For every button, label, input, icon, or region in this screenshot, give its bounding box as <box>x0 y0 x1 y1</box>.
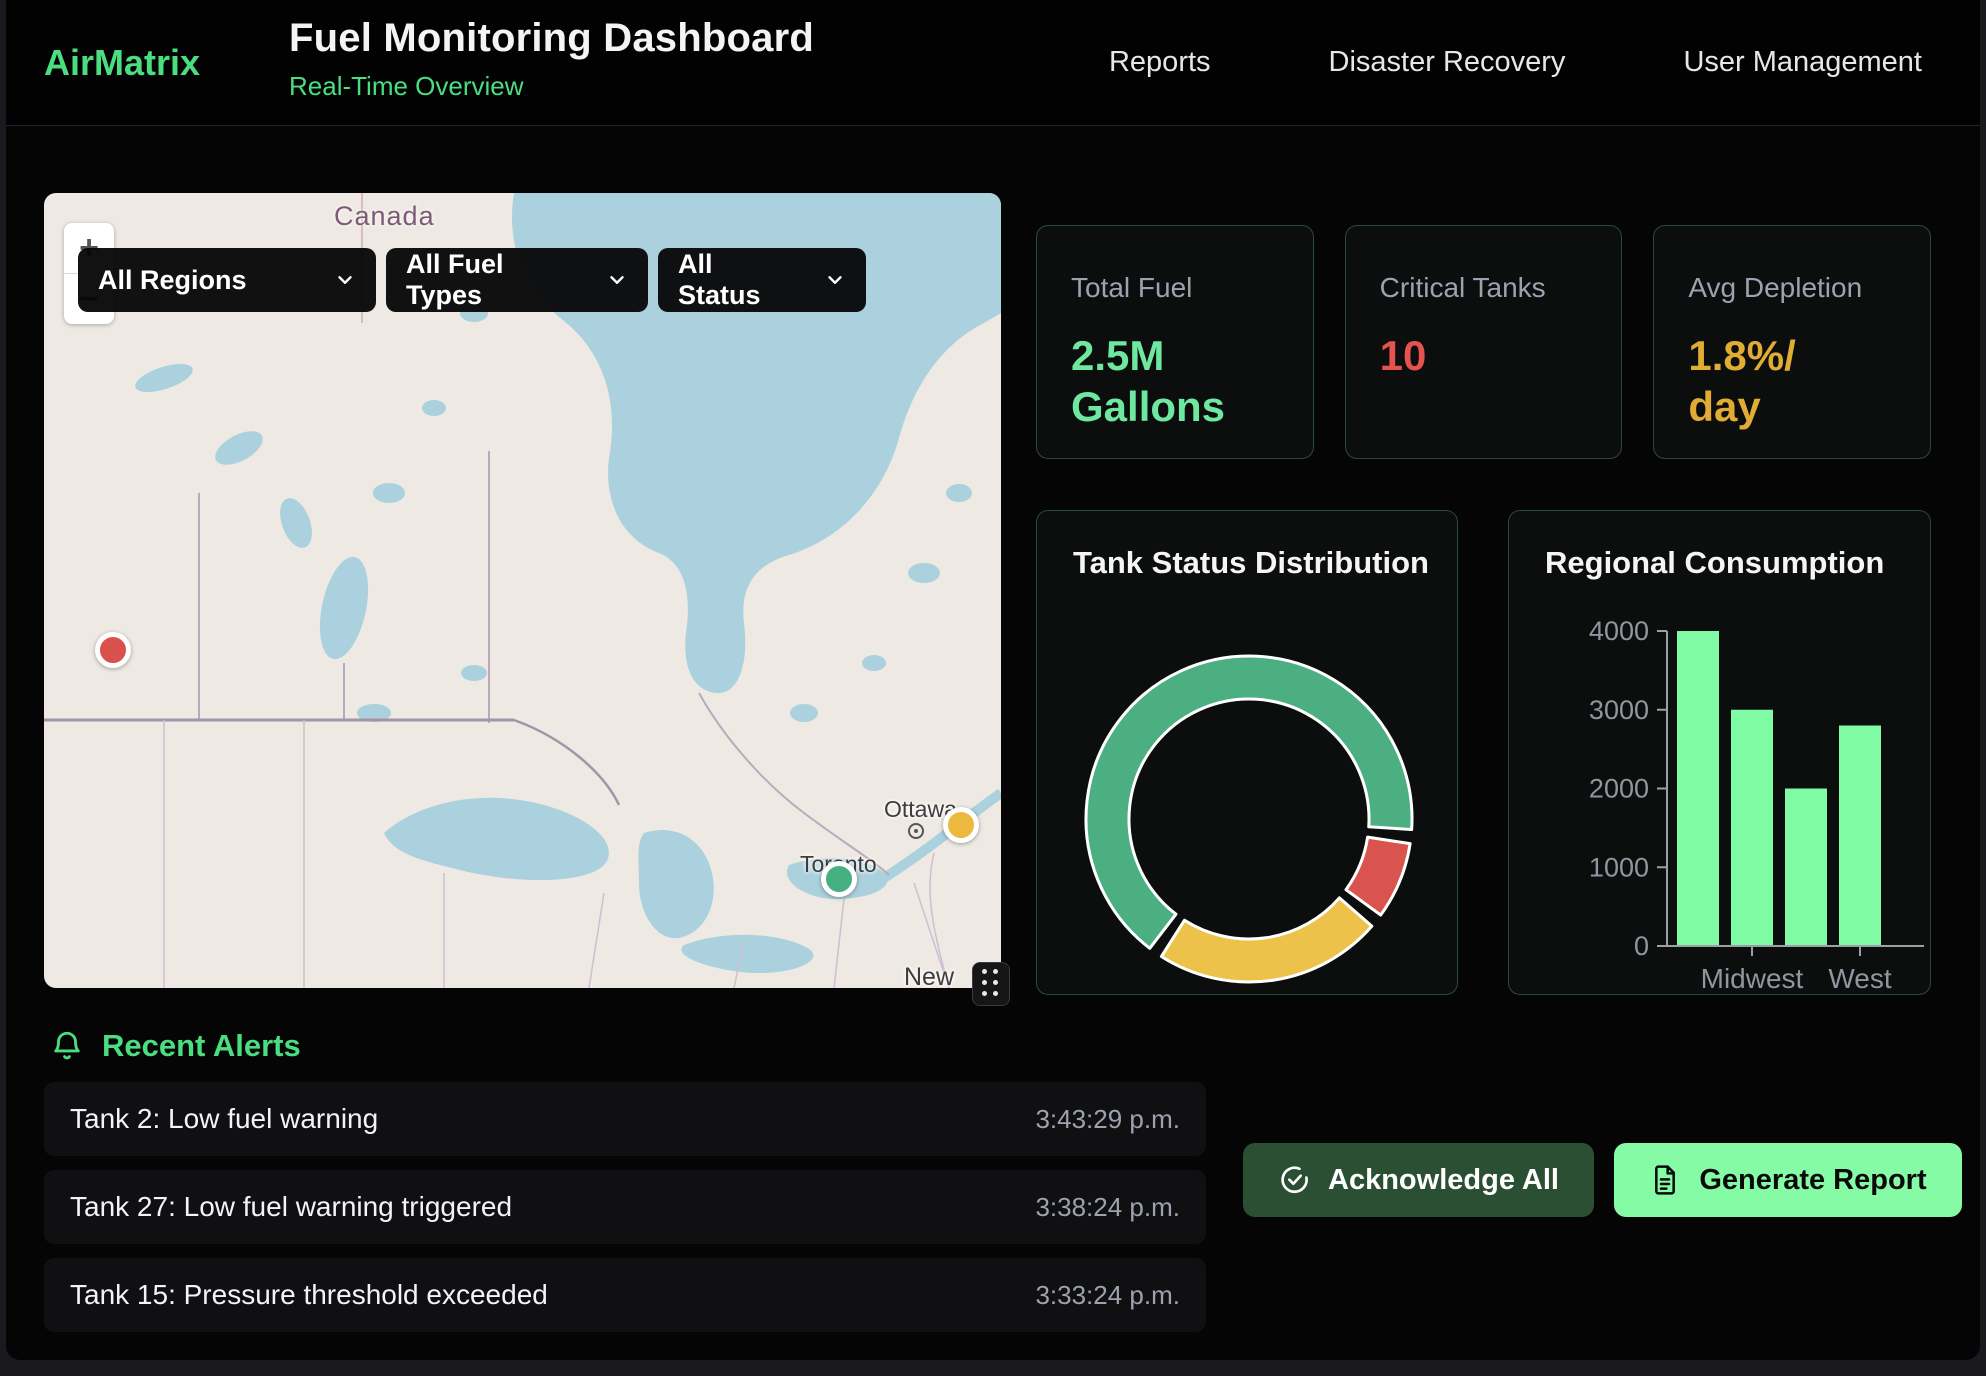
x-tick-label: Midwest <box>1701 963 1804 994</box>
check-circle-icon <box>1278 1164 1310 1196</box>
bar-0 <box>1677 631 1719 946</box>
chevron-down-icon <box>334 269 356 291</box>
chevron-down-icon <box>606 269 628 291</box>
stat-card-total-fuel: Total Fuel 2.5M Gallons <box>1036 225 1314 459</box>
stat-card-critical-tanks: Critical Tanks 10 <box>1345 225 1623 459</box>
alerts-heading-label: Recent Alerts <box>102 1028 301 1064</box>
map-filters: All Regions All Fuel Types All Status <box>78 248 866 312</box>
regional-consumption-bar-chart: 0 1000 2000 3000 4000 Midwest West <box>1509 511 1931 995</box>
stat-value: 10 <box>1380 330 1588 381</box>
main-nav: Reports Disaster Recovery User Managemen… <box>1109 0 1922 125</box>
y-tick-label: 1000 <box>1589 852 1649 882</box>
y-tick-label: 3000 <box>1589 695 1649 725</box>
nav-user-management[interactable]: User Management <box>1683 46 1922 79</box>
alert-message: Tank 15: Pressure threshold exceeded <box>70 1279 548 1311</box>
chart-title: Regional Consumption <box>1545 545 1884 581</box>
map-panel[interactable]: Canada + − All Regions All Fuel Types Al… <box>44 193 1001 988</box>
x-tick-label: West <box>1828 963 1891 994</box>
header: AirMatrix Fuel Monitoring Dashboard Real… <box>6 0 1980 126</box>
alert-time: 3:38:24 p.m. <box>1035 1192 1180 1223</box>
stat-label: Critical Tanks <box>1380 272 1588 304</box>
map-resize-handle[interactable] <box>972 962 1010 1006</box>
status-filter-value: All Status <box>678 249 798 311</box>
y-tick-label: 0 <box>1634 931 1649 961</box>
stat-label: Total Fuel <box>1071 272 1279 304</box>
chevron-down-icon <box>824 269 846 291</box>
tank-status-chart-card: Tank Status Distribution <box>1036 510 1458 995</box>
map-label-canada: Canada <box>334 201 435 232</box>
y-tick-label: 2000 <box>1589 774 1649 804</box>
app-window: AirMatrix Fuel Monitoring Dashboard Real… <box>6 0 1980 1360</box>
report-document-icon <box>1649 1164 1681 1196</box>
region-filter-select[interactable]: All Regions <box>78 248 376 312</box>
alert-message: Tank 27: Low fuel warning triggered <box>70 1191 512 1223</box>
fuel-type-filter-value: All Fuel Types <box>406 249 580 311</box>
donut-segment-critical <box>1346 837 1410 915</box>
acknowledge-all-label: Acknowledge All <box>1328 1164 1559 1197</box>
generate-report-label: Generate Report <box>1699 1164 1926 1197</box>
bar-3 <box>1839 726 1881 947</box>
bar-2 <box>1785 789 1827 947</box>
title-block: Fuel Monitoring Dashboard Real-Time Over… <box>289 16 814 102</box>
regional-consumption-chart-card: Regional Consumption 0 1000 2000 3000 4000 Mi… <box>1508 510 1931 995</box>
alert-time: 3:43:29 p.m. <box>1035 1104 1180 1135</box>
status-filter-select[interactable]: All Status <box>658 248 866 312</box>
acknowledge-all-button[interactable]: Acknowledge All <box>1243 1143 1594 1217</box>
charts-row: Tank Status Distribution Regional Consum… <box>1036 510 1931 995</box>
tank-marker-warning[interactable] <box>943 807 979 843</box>
tank-marker-normal[interactable] <box>821 861 857 897</box>
ottawa-town-icon <box>908 823 924 839</box>
stat-card-avg-depletion: Avg Depletion 1.8%/ day <box>1653 225 1931 459</box>
donut-segment-normal <box>1086 656 1412 948</box>
nav-reports[interactable]: Reports <box>1109 46 1211 79</box>
tank-status-donut-chart <box>1037 511 1458 995</box>
nav-disaster-recovery[interactable]: Disaster Recovery <box>1329 46 1566 79</box>
stat-label: Avg Depletion <box>1688 272 1896 304</box>
alert-row[interactable]: Tank 2: Low fuel warning 3:43:29 p.m. <box>44 1082 1206 1156</box>
fuel-type-filter-select[interactable]: All Fuel Types <box>386 248 648 312</box>
brand-logo: AirMatrix <box>44 0 200 125</box>
alerts-heading: Recent Alerts <box>50 1028 301 1064</box>
y-tick-label: 4000 <box>1589 616 1649 646</box>
alert-message: Tank 2: Low fuel warning <box>70 1103 378 1135</box>
alert-row[interactable]: Tank 15: Pressure threshold exceeded 3:3… <box>44 1258 1206 1332</box>
page-subtitle: Real-Time Overview <box>289 71 814 102</box>
region-filter-value: All Regions <box>98 265 247 296</box>
stat-value: 2.5M Gallons <box>1071 330 1279 432</box>
alert-row[interactable]: Tank 27: Low fuel warning triggered 3:38… <box>44 1170 1206 1244</box>
donut-segment-warning <box>1161 898 1371 982</box>
stat-value: 1.8%/ day <box>1688 330 1896 432</box>
chart-title: Tank Status Distribution <box>1073 545 1429 581</box>
tank-marker-critical[interactable] <box>95 632 131 668</box>
stats-row: Total Fuel 2.5M Gallons Critical Tanks 1… <box>1036 225 1931 459</box>
bell-icon <box>50 1029 84 1063</box>
generate-report-button[interactable]: Generate Report <box>1614 1143 1962 1217</box>
alert-time: 3:33:24 p.m. <box>1035 1280 1180 1311</box>
page-title: Fuel Monitoring Dashboard <box>289 16 814 61</box>
bar-1 <box>1731 710 1773 946</box>
